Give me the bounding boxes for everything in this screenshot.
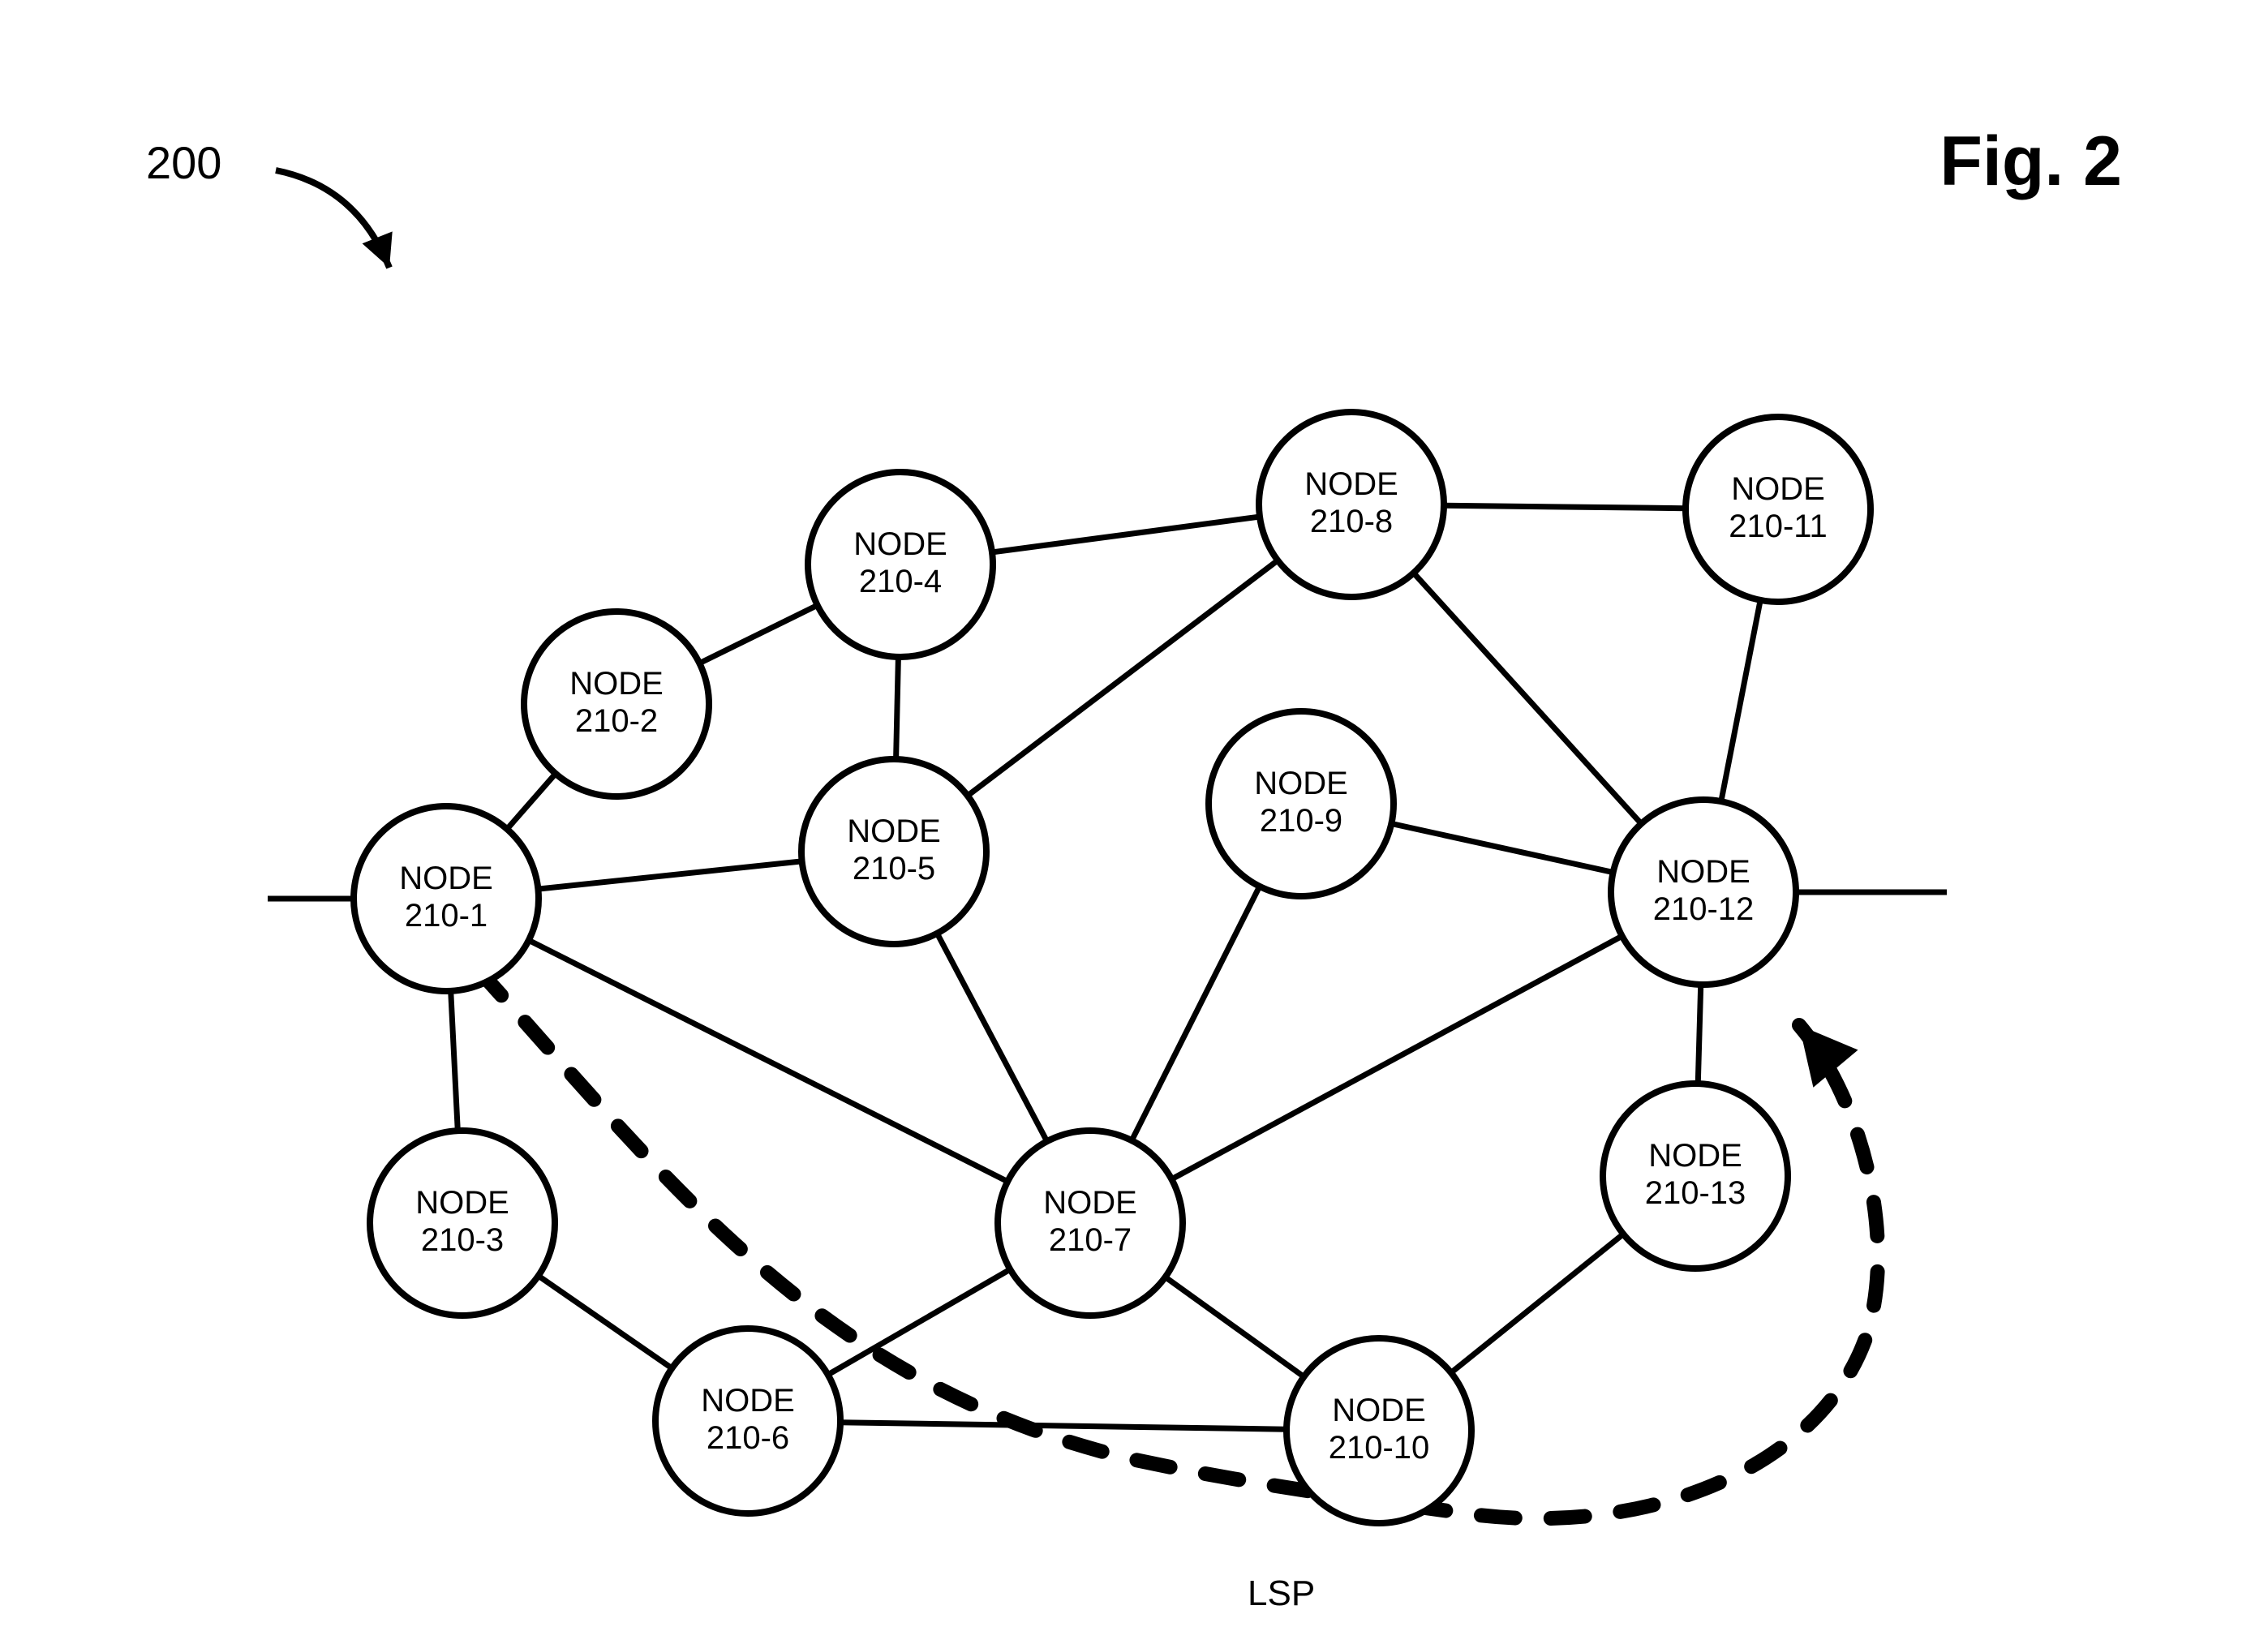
edge-n9-n12	[1391, 823, 1613, 872]
node-210-5: NODE210-5	[801, 759, 986, 944]
edge-n6-n10	[840, 1423, 1286, 1429]
node-label-id: 210-3	[421, 1222, 504, 1258]
node-210-8: NODE210-8	[1259, 412, 1444, 597]
node-210-6: NODE210-6	[655, 1329, 840, 1513]
node-label-id: 210-10	[1329, 1430, 1430, 1466]
node-label-top: NODE	[399, 861, 493, 896]
node-210-4: NODE210-4	[808, 472, 993, 657]
node-label-id: 210-12	[1653, 891, 1755, 927]
node-label-top: NODE	[1731, 471, 1825, 507]
node-label-top: NODE	[1656, 854, 1750, 890]
edge-n1-n7	[529, 940, 1007, 1181]
node-label-id: 210-5	[853, 851, 935, 886]
node-label-id: 210-2	[575, 703, 658, 739]
edge-n2-n4	[699, 605, 817, 663]
node-label-top: NODE	[1254, 766, 1348, 801]
edge-n7-n12	[1171, 936, 1622, 1179]
edge-n8-n11	[1444, 505, 1686, 508]
edge-n4-n8	[992, 517, 1260, 552]
node-210-9: NODE210-9	[1209, 711, 1394, 896]
node-label-top: NODE	[1648, 1138, 1742, 1174]
edge-n3-n6	[539, 1276, 672, 1368]
node-label-id: 210-7	[1049, 1222, 1132, 1258]
node-label-id: 210-8	[1310, 504, 1393, 539]
edge-n11-n12	[1721, 600, 1760, 801]
edge-n6-n7	[828, 1269, 1011, 1375]
node-label-top: NODE	[569, 666, 664, 702]
node-label-top: NODE	[853, 526, 947, 562]
edge-n1-n3	[451, 991, 458, 1131]
edge-n12-n13	[1698, 985, 1700, 1084]
node-210-3: NODE210-3	[370, 1131, 555, 1316]
node-label-id: 210-13	[1645, 1175, 1746, 1211]
node-label-top: NODE	[701, 1383, 795, 1419]
node-label-top: NODE	[847, 814, 941, 849]
node-210-13: NODE210-13	[1603, 1084, 1788, 1269]
edge-n7-n10	[1166, 1277, 1304, 1377]
network-diagram: NODE210-1NODE210-2NODE210-3NODE210-4NODE…	[0, 0, 2268, 1627]
node-210-12: NODE210-12	[1611, 800, 1796, 985]
edge-n10-n13	[1451, 1234, 1623, 1372]
edge-n1-n2	[507, 774, 556, 829]
edge-n5-n7	[937, 934, 1046, 1141]
reference-arrow-layer	[276, 170, 393, 268]
figure-title: Fig. 2	[1939, 122, 2122, 202]
node-label-top: NODE	[1332, 1393, 1426, 1428]
reference-number: 200	[146, 136, 221, 189]
edge-n8-n12	[1414, 573, 1642, 823]
node-210-1: NODE210-1	[354, 806, 539, 991]
node-210-2: NODE210-2	[524, 612, 709, 796]
edge-n1-n5	[538, 861, 801, 889]
node-210-10: NODE210-10	[1286, 1338, 1471, 1523]
node-label-top: NODE	[415, 1185, 509, 1221]
node-label-id: 210-1	[405, 898, 488, 934]
node-210-7: NODE210-7	[998, 1131, 1183, 1316]
node-label-id: 210-11	[1729, 509, 1828, 544]
node-label-id: 210-9	[1260, 803, 1342, 839]
node-label-top: NODE	[1304, 466, 1398, 502]
lsp-label: LSP	[1248, 1573, 1315, 1614]
node-label-top: NODE	[1043, 1185, 1137, 1221]
node-210-11: NODE210-11	[1686, 417, 1871, 602]
node-label-id: 210-4	[859, 564, 942, 599]
reference-arrow	[276, 170, 389, 268]
edge-n7-n9	[1132, 886, 1260, 1140]
edge-n4-n5	[896, 657, 899, 759]
node-label-id: 210-6	[707, 1420, 789, 1456]
